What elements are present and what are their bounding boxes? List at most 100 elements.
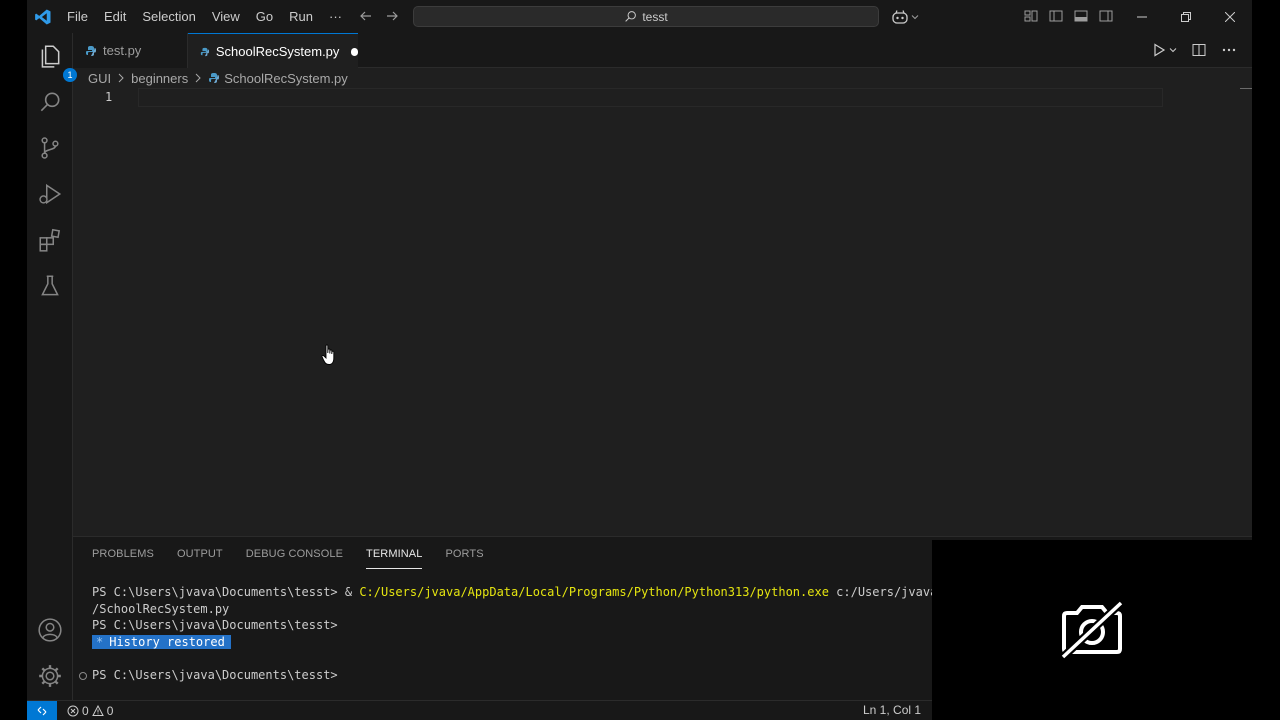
toggle-panel-icon[interactable] bbox=[1073, 8, 1089, 24]
webcam-overlay bbox=[932, 540, 1252, 720]
python-file-icon bbox=[209, 73, 220, 83]
command-center-search[interactable]: tesst bbox=[413, 6, 879, 27]
code-editor[interactable]: 1 bbox=[73, 88, 1252, 536]
customize-layout-icon[interactable] bbox=[1023, 8, 1039, 24]
flask-icon bbox=[41, 275, 59, 296]
files-icon bbox=[41, 45, 60, 68]
chevron-down-icon bbox=[1169, 48, 1177, 53]
extensions-button[interactable] bbox=[37, 227, 63, 253]
split-editor-button[interactable] bbox=[1191, 42, 1207, 58]
accounts-button[interactable] bbox=[37, 617, 63, 643]
back-arrow-icon[interactable] bbox=[358, 8, 374, 24]
breadcrumb: GUI beginners SchoolRecSystem.py bbox=[88, 68, 348, 88]
gear-icon bbox=[39, 665, 61, 687]
layout-controls bbox=[1023, 8, 1114, 24]
search-view-button[interactable] bbox=[37, 89, 63, 115]
extensions-icon bbox=[39, 228, 61, 252]
command-decoration-icon[interactable] bbox=[79, 672, 87, 680]
cursor-position[interactable]: Ln 1, Col 1 bbox=[863, 703, 921, 717]
manage-button[interactable] bbox=[37, 663, 63, 689]
menu-selection[interactable]: Selection bbox=[134, 0, 203, 33]
problems-indicator[interactable]: 0 0 bbox=[67, 704, 113, 718]
line-number: 1 bbox=[105, 90, 113, 104]
terminal-output[interactable]: PS C:\Users\jvava\Documents\tesst> & C:/… bbox=[92, 584, 959, 684]
tab-terminal[interactable]: TERMINAL bbox=[366, 540, 423, 569]
remote-indicator[interactable] bbox=[27, 700, 57, 720]
menu-go[interactable]: Go bbox=[248, 0, 281, 33]
minimap[interactable] bbox=[1240, 88, 1252, 89]
terminal-line: PS C:\Users\jvava\Documents\tesst> bbox=[92, 618, 338, 633]
play-icon bbox=[1154, 43, 1166, 57]
history-restored-badge: * History restored bbox=[92, 634, 231, 649]
warning-count: 0 bbox=[106, 703, 114, 718]
toggle-primary-sidebar-icon[interactable] bbox=[1048, 8, 1064, 24]
remote-icon bbox=[37, 706, 47, 715]
explorer-button[interactable]: 1 bbox=[37, 43, 77, 82]
breadcrumb-item[interactable]: beginners bbox=[131, 71, 188, 86]
title-bar: File Edit Selection View Go Run ··· tess… bbox=[27, 0, 1252, 33]
menu-view[interactable]: View bbox=[204, 0, 248, 33]
breadcrumb-item[interactable]: GUI bbox=[88, 71, 111, 86]
window-controls bbox=[1120, 0, 1252, 33]
explorer-badge: 1 bbox=[63, 68, 77, 82]
panel-tabs: PROBLEMS OUTPUT DEBUG CONSOLE TERMINAL P… bbox=[92, 537, 484, 571]
vscode-logo-icon bbox=[35, 9, 51, 25]
menu-file[interactable]: File bbox=[67, 0, 96, 33]
search-icon bbox=[40, 92, 60, 112]
mouse-cursor-hand-icon bbox=[321, 344, 335, 365]
tab-label: SchoolRecSystem.py bbox=[215, 44, 340, 59]
menu-run[interactable]: Run bbox=[281, 0, 321, 33]
menu-bar: File Edit Selection View Go Run ··· bbox=[67, 0, 350, 33]
restore-button[interactable] bbox=[1164, 0, 1208, 33]
current-line-highlight[interactable] bbox=[138, 88, 1163, 107]
search-text: tesst bbox=[642, 9, 668, 24]
tab-ports[interactable]: PORTS bbox=[445, 540, 483, 568]
close-icon bbox=[1225, 11, 1235, 22]
copilot-button[interactable] bbox=[891, 8, 921, 26]
warning-icon bbox=[91, 704, 104, 716]
close-button[interactable] bbox=[1208, 0, 1252, 33]
account-icon bbox=[38, 618, 62, 642]
source-control-icon bbox=[41, 137, 59, 159]
chevron-right-icon bbox=[195, 73, 201, 83]
tab-test-py[interactable]: test.py bbox=[73, 33, 188, 68]
terminal-line: PS C:\Users\jvava\Documents\tesst> & C:/… bbox=[92, 585, 959, 599]
restore-icon bbox=[1181, 11, 1191, 22]
python-exe-path: C:/Users/jvava/AppData/Local/Programs/Py… bbox=[359, 585, 829, 599]
editor-tabs: test.py SchoolRecSystem.py bbox=[73, 33, 1252, 69]
more-actions-button[interactable] bbox=[1221, 42, 1237, 58]
terminal-line: * History restored bbox=[92, 634, 959, 651]
minimize-button[interactable] bbox=[1120, 0, 1164, 33]
tab-output[interactable]: OUTPUT bbox=[177, 540, 223, 568]
terminal-line: /SchoolRecSystem.py bbox=[92, 601, 230, 616]
terminal-prompt-line: PS C:\Users\jvava\Documents\tesst> bbox=[92, 667, 338, 682]
testing-button[interactable] bbox=[37, 273, 63, 299]
breadcrumb-item[interactable]: SchoolRecSystem.py bbox=[224, 71, 348, 86]
menu-more[interactable]: ··· bbox=[321, 0, 350, 33]
ellipsis-icon bbox=[1222, 48, 1236, 52]
source-control-button[interactable] bbox=[37, 135, 63, 161]
tab-problems[interactable]: PROBLEMS bbox=[92, 540, 154, 568]
activity-bar: 1 bbox=[27, 33, 77, 700]
forward-arrow-icon[interactable] bbox=[384, 8, 400, 24]
error-count: 0 bbox=[82, 703, 89, 718]
chevron-down-icon bbox=[911, 15, 919, 20]
tab-schoolrecsystem-py[interactable]: SchoolRecSystem.py bbox=[188, 33, 358, 69]
run-debug-button[interactable] bbox=[37, 181, 63, 207]
tab-debug-console[interactable]: DEBUG CONSOLE bbox=[246, 540, 343, 568]
search-icon bbox=[625, 11, 637, 22]
error-icon bbox=[67, 705, 79, 716]
split-editor-icon bbox=[1192, 44, 1206, 56]
python-file-icon bbox=[200, 47, 210, 56]
menu-edit[interactable]: Edit bbox=[96, 0, 134, 33]
run-debug-icon bbox=[39, 183, 62, 205]
chevron-right-icon bbox=[118, 73, 124, 83]
unsaved-dot-icon[interactable] bbox=[351, 47, 358, 56]
camera-off-icon bbox=[1060, 600, 1124, 660]
editor-actions bbox=[1151, 42, 1237, 58]
run-options-button[interactable] bbox=[1169, 42, 1177, 58]
toggle-secondary-sidebar-icon[interactable] bbox=[1098, 8, 1114, 24]
python-file-icon bbox=[86, 45, 96, 56]
run-python-file-button[interactable] bbox=[1151, 42, 1167, 58]
copilot-icon bbox=[892, 10, 908, 24]
